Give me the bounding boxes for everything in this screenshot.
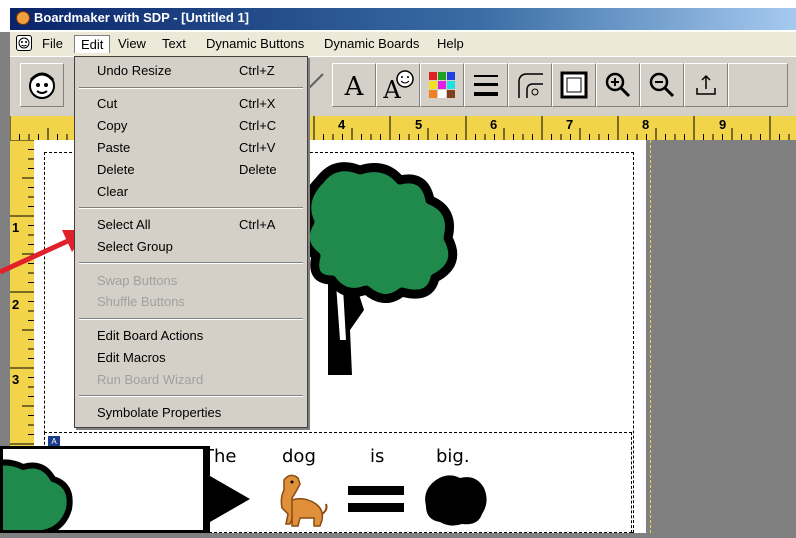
menu-item-shortcut: Ctrl+C [239, 118, 277, 133]
ruler-mark: 2 [12, 297, 20, 312]
menu-item-label: Clear [97, 184, 129, 199]
ruler-mark: 6 [490, 117, 498, 132]
ruler-mark: 9 [719, 117, 727, 132]
menu-item-label: Undo Resize [97, 63, 172, 78]
menu-view[interactable]: View [112, 35, 152, 52]
corner-radius-button[interactable] [508, 63, 552, 107]
menu-item-label: Symbolate Properties [97, 405, 222, 420]
zoom-in-icon [605, 72, 631, 98]
menu-file[interactable]: File [36, 35, 69, 52]
ruler-mark: 8 [642, 117, 650, 132]
zoom-out-button[interactable] [640, 63, 684, 107]
export-button[interactable] [684, 63, 728, 107]
ruler-mark: 7 [566, 117, 574, 132]
zoom-out-icon [649, 72, 675, 98]
big-symbol-icon [425, 475, 487, 526]
color-grid-icon [429, 72, 455, 98]
menu-item-run-board-wizard: Run Board Wizard [75, 370, 307, 390]
menu-item-cut[interactable]: Cut Ctrl+X [75, 94, 307, 114]
face-icon [29, 72, 55, 99]
menu-separator [79, 87, 303, 89]
menu-item-label: Swap Buttons [97, 273, 178, 288]
svg-text:A: A [344, 72, 365, 100]
system-menu-icon[interactable] [16, 35, 32, 51]
menu-item-label: Select Group [97, 239, 173, 254]
menu-item-shuffle-buttons: Shuffle Buttons [75, 292, 307, 312]
line-thickness-button[interactable] [464, 63, 508, 107]
tree-picture[interactable] [290, 160, 480, 390]
menu-separator [79, 318, 303, 320]
menu-bar: File Edit View Text Dynamic Buttons Dyna… [10, 32, 796, 56]
menu-item-copy[interactable]: Copy Ctrl+C [75, 116, 307, 136]
menu-separator [79, 207, 303, 209]
menu-item-edit-board-actions[interactable]: Edit Board Actions [75, 326, 307, 346]
arrow-symbol-icon [210, 476, 250, 522]
menu-item-label: Cut [97, 96, 118, 111]
menu-dynamic-buttons[interactable]: Dynamic Buttons [200, 35, 310, 52]
line-thickness-icon [474, 75, 498, 96]
dog-symbol-icon [280, 474, 328, 527]
menu-item-label: Delete [97, 162, 135, 177]
menu-text[interactable]: Text [156, 35, 192, 52]
export-tray-icon [696, 74, 716, 95]
page-boundary [650, 140, 651, 533]
menu-item-shortcut: Ctrl+V [239, 140, 276, 155]
sentence-word: big. [436, 446, 470, 467]
equals-symbol-icon [348, 486, 404, 512]
border-button[interactable] [552, 63, 596, 107]
menu-item-label: Shuffle Buttons [97, 294, 185, 309]
menu-item-label: Edit Board Actions [97, 328, 204, 343]
ruler-mark: 4 [338, 117, 346, 132]
text-a-icon: A [344, 72, 365, 100]
zoom-inset [0, 446, 206, 536]
sentence-word: is [370, 446, 385, 467]
zoom-in-button[interactable] [596, 63, 640, 107]
inset-divider [206, 446, 210, 533]
rounded-corner-icon [518, 73, 543, 98]
menu-item-undo-resize[interactable]: Undo Resize Ctrl+Z [75, 61, 307, 81]
menu-item-label: Edit Macros [97, 350, 166, 365]
tree-zoom-picture [0, 459, 73, 536]
menu-help[interactable]: Help [431, 35, 470, 52]
menu-item-select-all[interactable]: Select All Ctrl+A [75, 215, 307, 235]
symbol-finder-button[interactable] [20, 63, 64, 107]
menu-dynamic-boards[interactable]: Dynamic Boards [318, 35, 425, 52]
toolbar-more-button[interactable] [728, 63, 788, 107]
app-icon [16, 11, 30, 25]
color-palette-button[interactable] [420, 63, 464, 107]
symbolate-button[interactable]: A [376, 63, 420, 107]
edit-menu-dropdown: Undo Resize Ctrl+Z Cut Ctrl+X Copy Ctrl+… [74, 56, 308, 428]
ruler-mark: 5 [415, 117, 423, 132]
menu-edit[interactable]: Edit [74, 35, 111, 53]
text-tool-button[interactable]: A [332, 63, 376, 107]
menu-item-shortcut: Delete [239, 162, 277, 177]
menu-item-label: Paste [97, 140, 131, 155]
menu-item-shortcut: Ctrl+X [239, 96, 276, 111]
board-background [646, 140, 796, 533]
menu-separator [79, 395, 303, 397]
menu-item-label: Run Board Wizard [97, 372, 204, 387]
menu-item-select-group[interactable]: Select Group [75, 237, 307, 257]
menu-item-swap-buttons: Swap Buttons [75, 271, 307, 291]
menu-item-shortcut: Ctrl+Z [239, 63, 275, 78]
menu-item-edit-macros[interactable]: Edit Macros [75, 348, 307, 368]
menu-item-paste[interactable]: Paste Ctrl+V [75, 138, 307, 158]
menu-separator [79, 262, 303, 264]
ruler-mark: 3 [12, 372, 20, 387]
menu-item-clear[interactable]: Clear [75, 182, 307, 202]
window-title: Boardmaker with SDP - [Untitled 1] [34, 10, 250, 25]
menu-item-delete[interactable]: Delete Delete [75, 160, 307, 180]
symbolate-icon: A [382, 70, 414, 102]
menu-item-symbolate-properties[interactable]: Symbolate Properties [75, 403, 307, 423]
border-frame-icon [560, 71, 588, 99]
menu-item-label: Copy [97, 118, 128, 133]
menu-item-label: Select All [97, 217, 151, 232]
menu-item-shortcut: Ctrl+A [239, 217, 276, 232]
sentence-word: dog [282, 446, 316, 467]
